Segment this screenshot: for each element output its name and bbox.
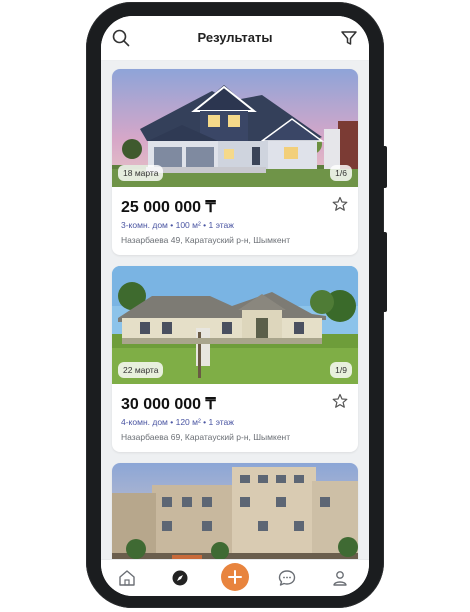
favorite-star-icon[interactable] [332,393,348,409]
profile-icon[interactable] [330,568,350,588]
listing-card[interactable]: 22 марта 1/9 30 000 000 ₸ 4-комн. дом • … [112,266,358,452]
listing-details: 4-комн. дом • 120 м² • 1 этаж [121,417,234,427]
photo-counter-badge: 1/6 [330,165,352,181]
listing-address: Назарбаева 49, Каратауский р-н, Шымкент [121,235,291,245]
compass-icon[interactable] [170,568,190,588]
app-screen: Результаты 18 марта 1/6 25 000 000 ₸ 3-к… [101,16,369,596]
home-icon[interactable] [117,568,137,588]
listing-address: Назарбаева 69, Каратауский р-н, Шымкент [121,432,291,442]
listing-card[interactable] [112,463,358,559]
listing-details: 3-комн. дом • 100 м² • 1 этаж [121,220,234,230]
page-title: Результаты [197,30,273,45]
listing-photo[interactable]: 18 марта 1/6 [112,69,358,187]
listing-photo[interactable]: 22 марта 1/9 [112,266,358,384]
listing-price: 30 000 000 ₸ [121,396,216,413]
listing-price: 25 000 000 ₸ [121,199,216,216]
filter-icon[interactable] [339,28,359,48]
bottom-tab-bar [101,559,369,596]
plus-icon [228,570,242,584]
listing-photo[interactable] [112,463,358,559]
listing-date-badge: 22 марта [118,362,164,378]
phone-side-button [382,146,387,188]
phone-side-button [382,232,387,312]
chat-icon[interactable] [277,568,297,588]
favorite-star-icon[interactable] [332,196,348,212]
add-listing-button[interactable] [221,563,249,591]
results-list[interactable]: 18 марта 1/6 25 000 000 ₸ 3-комн. дом • … [101,61,369,559]
photo-counter-badge: 1/9 [330,362,352,378]
listing-card[interactable]: 18 марта 1/6 25 000 000 ₸ 3-комн. дом • … [112,69,358,255]
app-header: Результаты [101,16,369,61]
listing-date-badge: 18 марта [118,165,164,181]
